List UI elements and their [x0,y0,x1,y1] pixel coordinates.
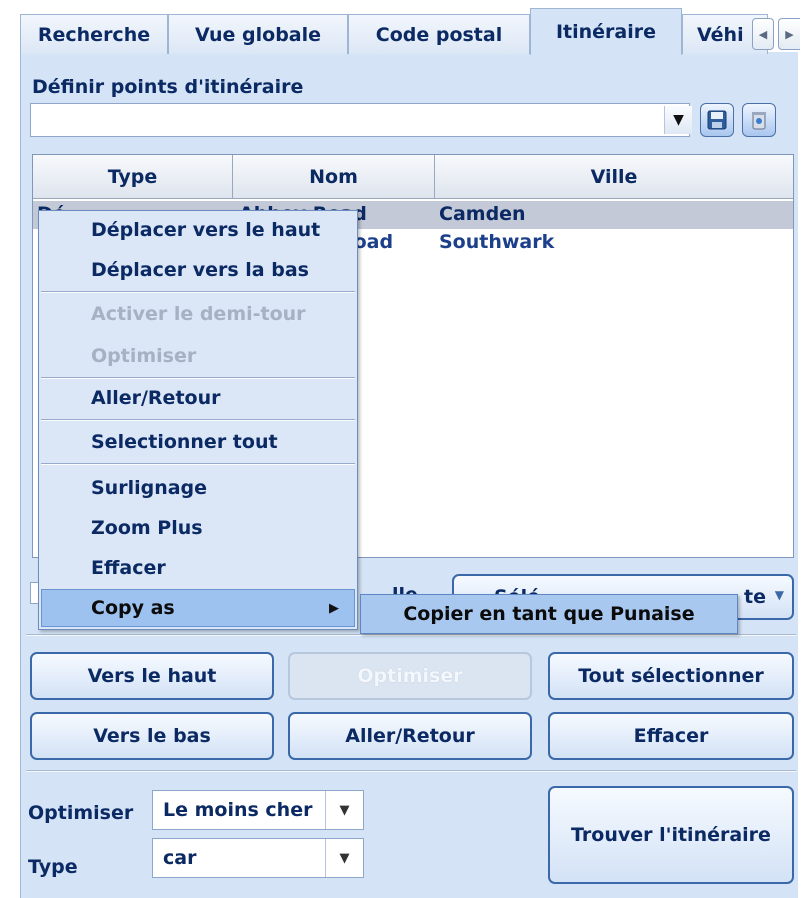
move-down-button[interactable]: Vers le bas [30,712,274,760]
tab-label: Itinéraire [555,21,657,43]
tab-label: Véhi [697,23,744,46]
column-label: Type [107,165,158,188]
clear-button[interactable]: Effacer [548,712,794,760]
tab-vue-globale[interactable]: Vue globale [168,14,348,54]
menu-item-copy-as-pin[interactable]: Copier en tant que Punaise [403,603,694,625]
column-label: Nom [309,165,358,188]
type-value: car [163,847,197,869]
menu-item-clear[interactable]: Effacer [91,557,166,579]
divider [26,770,796,772]
column-ville[interactable]: Ville [435,155,793,199]
button-label: Aller/Retour [345,725,475,747]
round-trip-button[interactable]: Aller/Retour [288,712,532,760]
chevron-down-icon: ▼ [325,791,363,829]
selection-dropdown-tail: te [744,586,766,608]
button-label: Trouver l'itinéraire [571,824,771,846]
divider [26,634,796,636]
chevron-down-icon: ▼ [325,839,363,877]
waypoints-label: Définir points d'itinéraire [32,76,304,98]
cell-ville: Southwark [439,231,555,253]
submenu-arrow-icon: ▶ [329,601,339,616]
tab-code-postal[interactable]: Code postal [348,14,530,54]
submenu-copy-as: Copier en tant que Punaise [360,594,738,634]
menu-item-zoom-plus[interactable]: Zoom Plus [91,517,203,539]
tab-scroll-left-icon[interactable]: ◀ [752,18,774,50]
menu-item-highlight-item[interactable]: Surlignage [91,477,207,499]
dropdown-arrow-icon[interactable]: ▼ [664,106,692,134]
type-label: Type [28,856,78,878]
cell-ville: Camden [439,203,526,225]
context-menu: Déplacer vers le haut Déplacer vers la b… [38,210,358,630]
column-nom[interactable]: Nom [233,155,435,199]
tab-label: Recherche [37,23,151,46]
tab-bar: Recherche Vue globale Code postal Itinér… [20,8,804,55]
optimize-value: Le moins cher [163,799,313,821]
menu-separator [41,291,355,293]
button-label: Effacer [633,725,709,747]
button-label: Tout sélectionner [578,665,764,687]
move-up-button[interactable]: Vers le haut [30,652,274,700]
optimize-select[interactable]: Le moins cher ▼ [152,790,364,830]
vehicle-type-select[interactable]: car ▼ [152,838,364,878]
tab-label: Code postal [375,23,503,46]
find-route-button[interactable]: Trouver l'itinéraire [548,786,794,884]
menu-item-move-down[interactable]: Déplacer vers la bas [91,259,309,281]
select-all-button[interactable]: Tout sélectionner [548,652,794,700]
menu-item-highlight [41,589,355,627]
menu-separator [41,377,355,379]
column-type[interactable]: Type [33,155,233,199]
tab-scroll-right-icon[interactable]: ▶ [778,18,800,50]
menu-item-copy-as[interactable]: Copy as [91,597,175,619]
chevron-down-icon: ▼ [774,588,784,602]
tab-itineraire[interactable]: Itinéraire [530,8,682,55]
column-label: Ville [590,165,638,188]
menu-item-round-trip[interactable]: Aller/Retour [91,387,220,409]
save-icon[interactable] [700,103,734,137]
menu-separator [41,463,355,465]
menu-separator [41,419,355,421]
menu-item-u-turn[interactable]: Activer le demi-tour [91,303,306,325]
button-label: Optimiser [357,665,463,687]
button-label: Vers le bas [93,725,211,747]
trash-icon[interactable] [742,103,776,137]
button-label: Vers le haut [87,665,217,687]
optimize-button[interactable]: Optimiser [288,652,532,700]
tab-recherche[interactable]: Recherche [20,14,168,54]
optimize-label: Optimiser [28,802,134,824]
menu-item-optimize[interactable]: Optimiser [91,345,196,367]
menu-item-select-all[interactable]: Selectionner tout [91,431,278,453]
table-header: Type Nom Ville [33,155,793,199]
menu-item-move-up[interactable]: Déplacer vers le haut [91,219,320,241]
tab-label: Vue globale [194,23,322,46]
waypoints-combo[interactable] [30,103,690,137]
